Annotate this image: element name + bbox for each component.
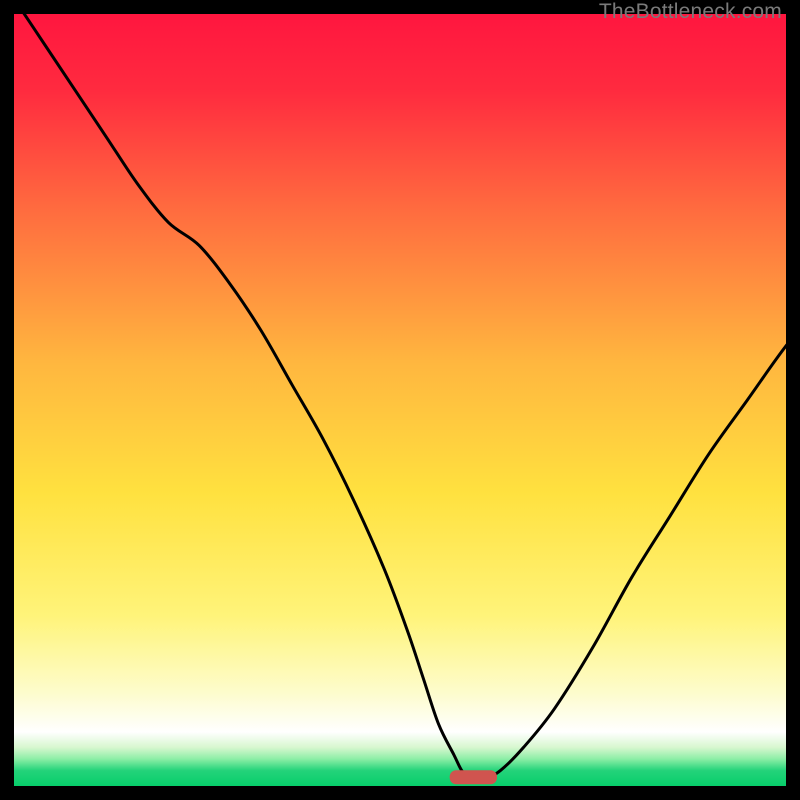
bottleneck-chart — [14, 14, 786, 786]
optimal-marker — [450, 771, 496, 784]
chart-frame — [14, 14, 786, 786]
gradient-background — [14, 14, 786, 786]
watermark-text: TheBottleneck.com — [599, 0, 782, 24]
